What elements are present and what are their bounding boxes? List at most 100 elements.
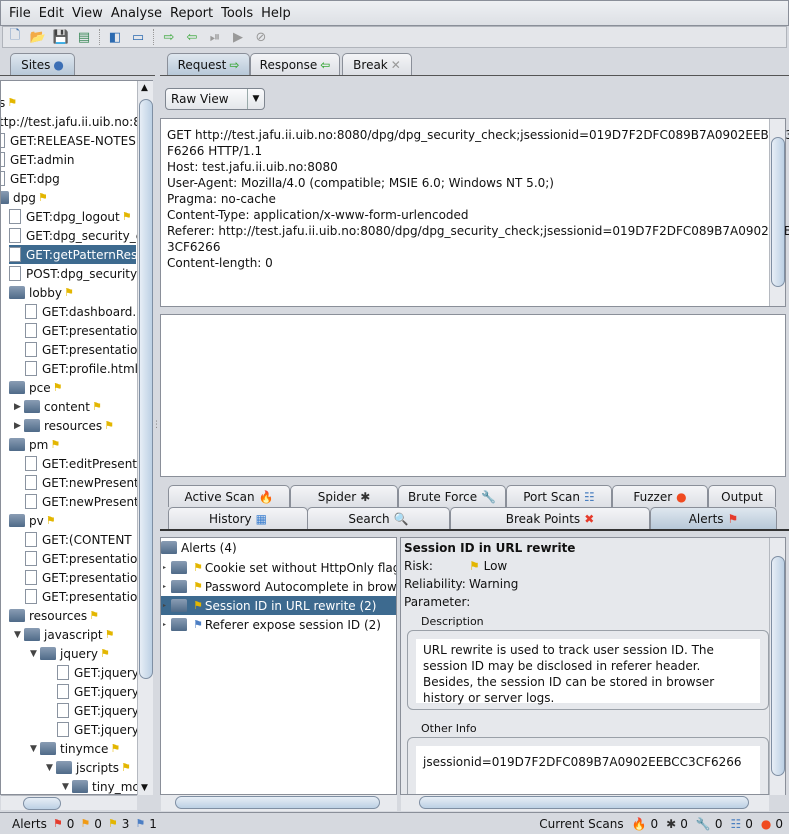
- expand-open-icon[interactable]: ▼: [30, 649, 40, 659]
- expand-closed-icon[interactable]: ▸: [163, 602, 171, 609]
- tree-node[interactable]: GET:RELEASE-NOTES: [1, 131, 136, 150]
- expand-closed-icon[interactable]: ▸: [163, 621, 171, 628]
- tree-folder[interactable]: pv ⚑: [9, 511, 56, 530]
- request-scrollbar[interactable]: [769, 119, 785, 306]
- tab-history[interactable]: History ▦: [168, 507, 308, 529]
- tree-node[interactable]: s⚑: [1, 93, 17, 112]
- view-select[interactable]: Raw View ▼: [165, 88, 265, 110]
- alert-item[interactable]: ▸ ⚑ Session ID in URL rewrite (2): [161, 596, 396, 615]
- tree-folder[interactable]: lobby ⚑: [9, 283, 74, 302]
- expand-open-icon[interactable]: ▼: [14, 630, 24, 640]
- alert-detail-scrollbar[interactable]: [769, 538, 785, 795]
- expand-closed-icon[interactable]: ▶: [14, 402, 24, 412]
- tree-folder[interactable]: resources ⚑: [9, 606, 99, 625]
- tree-folder[interactable]: pm ⚑: [9, 435, 60, 454]
- menu-tools[interactable]: Tools: [221, 6, 253, 21]
- tab-break-points[interactable]: Break Points ✖: [450, 507, 650, 529]
- tree-node[interactable]: GET:dpg_logout ⚑: [9, 207, 132, 226]
- menu-edit[interactable]: Edit: [39, 6, 64, 21]
- tab-sites[interactable]: Sites ●: [10, 53, 75, 75]
- alert-item[interactable]: ▸ ⚑ Password Autocomplete in browser: [161, 577, 396, 596]
- tab-brute-force[interactable]: Brute Force 🔧: [398, 485, 506, 507]
- menu-analyse[interactable]: Analyse: [111, 6, 162, 21]
- open-session-icon[interactable]: 📂: [30, 29, 46, 45]
- step-icon[interactable]: ⏯: [207, 29, 223, 45]
- layout-tabs-icon[interactable]: ◧: [107, 29, 123, 45]
- tab-port-scan[interactable]: Port Scan ☷: [506, 485, 612, 507]
- tree-node[interactable]: GET:profile.html⚑: [25, 359, 150, 378]
- tree-folder[interactable]: ▼ jscripts ⚑: [46, 758, 131, 777]
- tree-folder[interactable]: pce ⚑: [9, 378, 62, 397]
- tree-node[interactable]: POST:dpg_security_check: [9, 264, 152, 283]
- tree-node[interactable]: GET:dpg: [1, 169, 60, 188]
- tree-folder[interactable]: dpg ⚑: [1, 188, 48, 207]
- tree-folder[interactable]: ▼ tinymce ⚑: [30, 739, 120, 758]
- alert-item[interactable]: ▸ ⚑Cookie set without HttpOnly flag (22): [161, 558, 396, 577]
- menu-view[interactable]: View: [72, 6, 103, 21]
- tab-spider[interactable]: Spider ✱: [290, 485, 398, 507]
- tree-node[interactable]: GET:getPatternResource: [9, 245, 152, 264]
- tree-node[interactable]: GET:admin: [1, 150, 75, 169]
- tab-break[interactable]: Break ✕: [342, 53, 412, 75]
- tab-fuzzer[interactable]: Fuzzer ●: [612, 485, 708, 507]
- tree-node[interactable]: GET:jquery: [57, 701, 139, 720]
- alerts-tree[interactable]: Alerts (4) ▸ ⚑ Cookie set without HttpOnly…: [160, 537, 397, 795]
- menu-file[interactable]: File: [9, 6, 31, 21]
- tree-node-label: GET:RELEASE-NOTES: [10, 133, 136, 148]
- tree-folder[interactable]: ▼ tiny_mce: [62, 777, 146, 794]
- new-session-icon[interactable]: 🗋: [7, 28, 23, 45]
- tree-folder[interactable]: ▼ jquery ⚑: [30, 644, 110, 663]
- tab-active-scan[interactable]: Active Scan 🔥: [168, 485, 290, 507]
- globe-icon: ●: [53, 57, 64, 72]
- alert-detail-horizontal-scrollbar[interactable]: [401, 795, 769, 811]
- expand-open-icon[interactable]: ▼: [30, 744, 40, 754]
- tree-node[interactable]: GET:(CONTENT: [25, 530, 132, 549]
- break-response-icon[interactable]: ⇦: [184, 29, 200, 45]
- tree-node[interactable]: GET:jquery: [57, 720, 139, 739]
- save-session-icon[interactable]: 💾: [53, 29, 69, 45]
- layout-full-icon[interactable]: ▭: [130, 29, 146, 45]
- menu-report[interactable]: Report: [170, 6, 213, 21]
- sites-horizontal-scrollbar[interactable]: [1, 795, 137, 810]
- tree-node[interactable]: GET:dpg_security_check: [9, 226, 152, 245]
- expand-open-icon[interactable]: ▼: [62, 782, 72, 792]
- tree-node[interactable]: GET:presentation: [25, 340, 145, 359]
- expand-closed-icon[interactable]: ▶: [14, 421, 24, 431]
- sites-tree[interactable]: s⚑ttp://test.jafu.ii.uib.no:8080 GET:RELE…: [0, 80, 153, 795]
- request-body-area[interactable]: [160, 314, 786, 477]
- continue-icon[interactable]: ▶: [230, 29, 246, 45]
- alert-item[interactable]: ▸ ⚑ Referer expose session ID (2): [161, 615, 396, 634]
- tree-node[interactable]: GET:presentation: [25, 568, 145, 587]
- folder-icon: [40, 742, 56, 755]
- tree-node[interactable]: GET:newPresentation: [25, 473, 152, 492]
- tree-node[interactable]: GET:presentation: [25, 587, 145, 606]
- menu-help[interactable]: Help: [261, 6, 291, 21]
- tab-response[interactable]: Response ⇦: [250, 53, 340, 75]
- tree-node[interactable]: GET:jquery: [57, 682, 139, 701]
- tree-folder[interactable]: ▶ content ⚑: [14, 397, 102, 416]
- sites-vertical-scrollbar[interactable]: ▲ ▼: [137, 81, 153, 795]
- tree-node[interactable]: GET:presentation: [25, 321, 145, 340]
- request-raw-text[interactable]: GET http://test.jafu.ii.uib.no:8080/dpg/…: [160, 118, 789, 307]
- break-request-icon[interactable]: ⇨: [161, 29, 177, 45]
- alerts-status-label: Alerts: [12, 816, 47, 831]
- tab-alerts[interactable]: Alerts ⚑: [650, 507, 777, 529]
- tree-node[interactable]: GET:dashboard.html: [25, 302, 152, 321]
- tree-node[interactable]: GET:editPresentation: [25, 454, 152, 473]
- tree-node[interactable]: ttp://test.jafu.ii.uib.no:8080: [1, 112, 152, 131]
- expand-closed-icon[interactable]: ▸: [163, 583, 171, 590]
- drop-icon[interactable]: ⊘: [253, 29, 269, 45]
- tree-node[interactable]: GET:jquery: [57, 663, 139, 682]
- alerts-horizontal-scrollbar[interactable]: [161, 795, 397, 811]
- tree-node[interactable]: GET:newPresentation: [25, 492, 152, 511]
- tree-folder[interactable]: ▼ javascript ⚑: [14, 625, 114, 644]
- session-properties-icon[interactable]: ▤: [76, 29, 92, 45]
- tab-request[interactable]: Request ⇨: [167, 53, 250, 75]
- expand-closed-icon[interactable]: ▸: [163, 564, 171, 571]
- tab-output[interactable]: Output: [708, 485, 776, 507]
- folder-icon: [171, 599, 187, 612]
- tree-node[interactable]: GET:presentation: [25, 549, 145, 568]
- tree-folder[interactable]: ▶ resources ⚑: [14, 416, 114, 435]
- tab-search[interactable]: Search 🔍: [307, 507, 450, 529]
- expand-open-icon[interactable]: ▼: [46, 763, 56, 773]
